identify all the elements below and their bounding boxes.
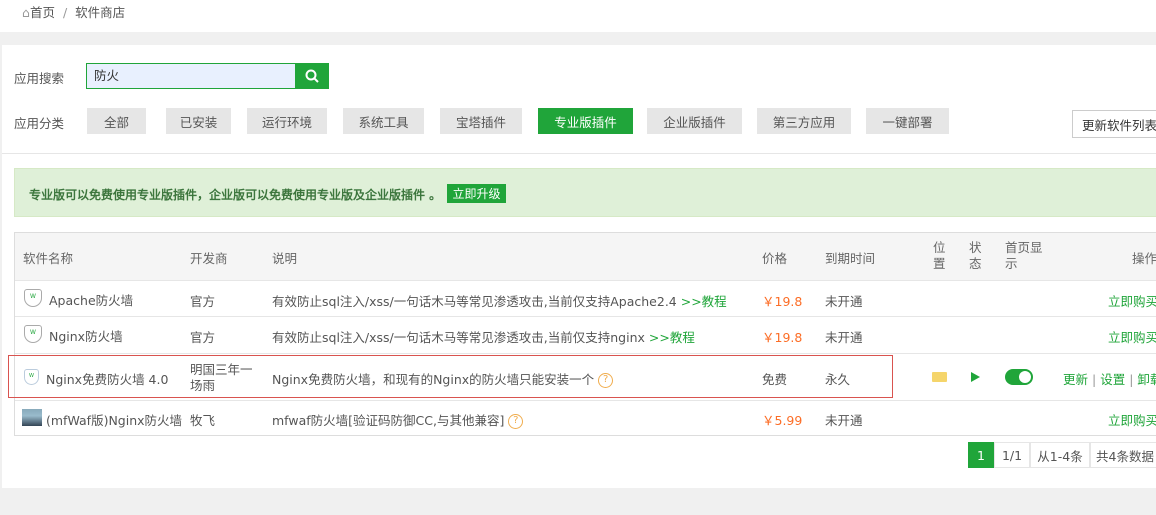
expire: 未开通 <box>825 294 863 309</box>
search-input[interactable]: 防火 <box>86 63 296 89</box>
th-name: 软件名称 <box>23 251 74 266</box>
category-all[interactable]: 全部 <box>87 108 146 134</box>
page-count: 1/1 <box>994 442 1030 468</box>
description: mfwaf防火墙[验证码防御CC,与其他兼容] <box>272 413 505 428</box>
row-divider <box>15 400 1156 401</box>
buy-now-link[interactable]: 立即购买 <box>1108 291 1156 310</box>
refresh-software-list-button[interactable]: 更新软件列表 <box>1072 110 1156 138</box>
description: 有效防止sql注入/xss/一句话木马等常见渗透攻击,当前仅支持nginx <box>272 330 645 345</box>
breadcrumb-current: 软件商店 <box>75 5 126 20</box>
help-icon[interactable]: ? <box>508 414 524 429</box>
row-divider <box>15 316 1156 317</box>
search-button[interactable] <box>295 63 329 89</box>
home-icon: ⌂ <box>22 5 30 20</box>
expire: 永久 <box>825 372 851 387</box>
app-image-icon <box>22 409 42 426</box>
software-name: Nginx免费防火墙 4.0 <box>46 372 169 387</box>
expire: 未开通 <box>825 330 863 345</box>
category-bt-plugins[interactable]: 宝塔插件 <box>440 108 522 134</box>
developer: 官方 <box>190 330 216 345</box>
page-range: 从1-4条 <box>1030 442 1090 468</box>
developer: 明国三年一场雨 <box>190 362 253 393</box>
tutorial-link[interactable]: >>教程 <box>649 330 695 345</box>
breadcrumb-home[interactable]: 首页 <box>30 5 55 20</box>
top-bar <box>0 0 1156 32</box>
category-runtime[interactable]: 运行环境 <box>247 108 327 134</box>
category-system-tools[interactable]: 系统工具 <box>343 108 424 134</box>
th-expire: 到期时间 <box>825 251 876 266</box>
developer: 牧飞 <box>190 413 216 428</box>
help-icon[interactable]: ? <box>598 373 614 388</box>
price: ￥5.99 <box>762 413 803 428</box>
waf-shield-icon: W <box>24 325 42 343</box>
th-position: 位置 <box>933 240 946 271</box>
category-pro-plugins[interactable]: 专业版插件 <box>538 108 633 134</box>
software-name: Nginx防火墙 <box>49 329 123 344</box>
search-label: 应用搜索 <box>14 71 65 86</box>
software-name: (mfWaf版)Nginx防火墙 <box>46 413 183 428</box>
breadcrumb-sep: / <box>62 5 68 20</box>
settings-link[interactable]: 设置 <box>1100 372 1125 387</box>
category-installed[interactable]: 已安装 <box>166 108 231 134</box>
row-divider <box>15 353 1156 354</box>
upgrade-button[interactable]: 立即升级 <box>447 184 506 203</box>
th-description: 说明 <box>272 251 298 266</box>
buy-now-link[interactable]: 立即购买 <box>1108 410 1156 429</box>
play-icon[interactable] <box>971 372 980 382</box>
buy-now-link[interactable]: 立即购买 <box>1108 327 1156 346</box>
description: 有效防止sql注入/xss/一句话木马等常见渗透攻击,当前仅支持Apache2.… <box>272 294 677 309</box>
folder-icon[interactable] <box>932 372 947 382</box>
search-icon <box>305 69 319 83</box>
category-label: 应用分类 <box>14 116 65 131</box>
update-link[interactable]: 更新 <box>1063 372 1088 387</box>
breadcrumb: ⌂首页 / 软件商店 <box>22 2 125 21</box>
description: Nginx免费防火墙，和现有的Nginx的防火墙只能安装一个 <box>272 372 595 387</box>
row-divider <box>15 280 1156 281</box>
waf-shield-icon: W <box>24 289 42 307</box>
tutorial-link[interactable]: >>教程 <box>681 294 727 309</box>
software-name: Apache防火墙 <box>49 293 134 308</box>
price: ￥19.8 <box>762 330 803 345</box>
th-operations: 操作 <box>1132 251 1156 266</box>
expire: 未开通 <box>825 413 863 428</box>
waf-shield-icon: W <box>24 369 39 385</box>
th-home-display: 首页显示 <box>1005 240 1043 271</box>
total-count: 共4条数据 <box>1090 442 1156 468</box>
th-price: 价格 <box>762 251 788 266</box>
home-display-toggle[interactable] <box>1005 369 1033 385</box>
developer: 官方 <box>190 294 216 309</box>
category-third-party[interactable]: 第三方应用 <box>757 108 851 134</box>
category-one-click-deploy[interactable]: 一键部署 <box>866 108 949 134</box>
th-developer: 开发商 <box>190 251 228 266</box>
uninstall-link[interactable]: 卸载 <box>1137 372 1156 387</box>
price: 免费 <box>762 372 788 387</box>
alert-text: 专业版可以免费使用专业版插件，企业版可以免费使用专业版及企业版插件 。 <box>29 188 442 202</box>
category-enterprise-plugins[interactable]: 企业版插件 <box>647 108 742 134</box>
th-status: 状态 <box>969 240 982 271</box>
table-header <box>15 233 1156 280</box>
price: ￥19.8 <box>762 294 803 309</box>
page-1-button[interactable]: 1 <box>968 442 994 468</box>
divider <box>2 153 1156 154</box>
